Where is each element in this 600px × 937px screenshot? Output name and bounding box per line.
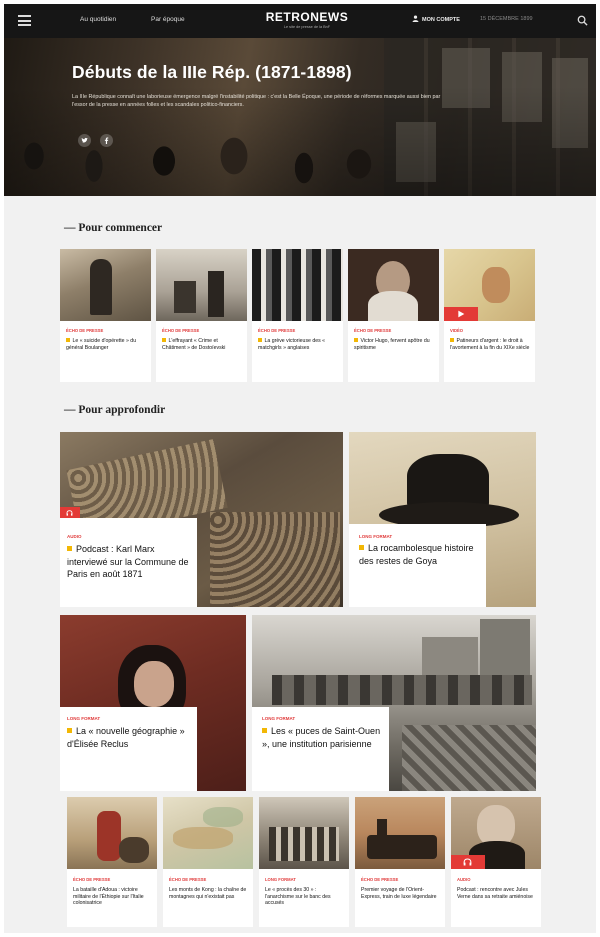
bullet-dot (66, 338, 70, 342)
start-card[interactable]: ÉCHO DE PRESSE Le « suicide d'opérette »… (60, 249, 151, 382)
card-category: ÉCHO DE PRESSE (162, 328, 200, 333)
card-category: ÉCHO DE PRESSE (361, 877, 399, 882)
card-category: ÉCHO DE PRESSE (66, 328, 104, 333)
bullet-dot (67, 546, 72, 551)
bullet-dot (450, 338, 454, 342)
feature-tile[interactable]: LONG FORMAT Les « puces de Saint-Ouen »,… (252, 615, 536, 791)
card-title: Les monts de Kong : la chaîne de montagn… (169, 887, 247, 900)
bullet-dot (258, 338, 262, 342)
card-category: ÉCHO DE PRESSE (354, 328, 392, 333)
account-label: MON COMPTE (422, 17, 460, 23)
card-category: ÉCHO DE PRESSE (258, 328, 296, 333)
card-image (163, 797, 253, 869)
bottom-card[interactable]: ÉCHO DE PRESSE Les monts de Kong : la ch… (163, 797, 253, 927)
card-category: VIDÉO (450, 328, 464, 333)
feature-category: LONG FORMAT (262, 716, 296, 721)
top-navigation: Au quotidien Par époque RETRONEWS Le sit… (4, 4, 596, 38)
card-image (67, 797, 157, 869)
start-card[interactable]: VIDÉO Patineurs d'argent : le droit à l'… (444, 249, 535, 382)
card-title-text: La grève victorieuse des « matchgirls » … (258, 338, 326, 351)
section-title-deep: — Pour approfondir (64, 404, 166, 416)
nav-link-daily[interactable]: Au quotidien (80, 16, 116, 23)
account-link[interactable]: MON COMPTE (412, 15, 460, 23)
share-twitter-button[interactable] (78, 134, 91, 147)
feature-title: La « nouvelle géographie » d'Élisée Recl… (67, 725, 191, 750)
card-category: LONG FORMAT (265, 877, 296, 882)
feature-tile[interactable]: LONG FORMAT La rocambolesque histoire de… (349, 432, 536, 607)
bullet-dot (359, 545, 364, 550)
feature-title-text: La « nouvelle géographie » d'Élisée Recl… (67, 726, 185, 749)
bottom-card[interactable]: AUDIO Podcast : rencontre avec Jules Ver… (451, 797, 541, 927)
feature-category: LONG FORMAT (359, 534, 393, 539)
twitter-icon (81, 137, 88, 143)
feature-title: Les « puces de Saint-Ouen », une institu… (262, 725, 386, 750)
card-title: Premier voyage de l'Orient-Express, trai… (361, 887, 437, 900)
bullet-dot (262, 728, 267, 733)
card-title: Patineurs d'argent : le droit à l'avorte… (450, 338, 530, 351)
bullet-dot (67, 728, 72, 733)
card-image (355, 797, 445, 869)
card-image (252, 249, 343, 321)
logo-tagline: Le site de presse de la BnF (283, 25, 331, 29)
card-category: ÉCHO DE PRESSE (169, 877, 207, 882)
feature-title-text: La rocambolesque histoire des restes de … (359, 543, 474, 566)
audio-badge (60, 507, 80, 518)
card-title: Podcast : rencontre avec Jules Verne dan… (457, 887, 533, 900)
feature-title-text: Les « puces de Saint-Ouen », une institu… (262, 726, 381, 749)
current-date: 15 DÉCEMBRE 1899 (480, 16, 533, 22)
card-image (444, 249, 535, 321)
bottom-card[interactable]: ÉCHO DE PRESSE La bataille d'Adoua : vic… (67, 797, 157, 927)
card-image (156, 249, 247, 321)
card-image (259, 797, 349, 869)
share-facebook-button[interactable] (100, 134, 113, 147)
nav-link-by-period[interactable]: Par époque (151, 16, 185, 23)
card-title-text: Victor Hugo, fervent apôtre du spiritism… (354, 338, 430, 351)
feature-title-text: Podcast : Karl Marx interviewé sur la Co… (67, 544, 189, 579)
logo-wordmark: RETRONEWS (265, 10, 349, 24)
bottom-card[interactable]: LONG FORMAT Le « procès des 30 » : l'ana… (259, 797, 349, 927)
card-title: La bataille d'Adoua : victoire militaire… (73, 887, 144, 907)
card-title: Le « procès des 30 » : l'anarchisme sur … (265, 887, 331, 907)
card-image (348, 249, 439, 321)
section-title-start: — Pour commencer (64, 222, 163, 234)
bullet-dot (162, 338, 166, 342)
feature-title: La rocambolesque histoire des restes de … (359, 542, 483, 567)
card-title: La grève victorieuse des « matchgirls » … (258, 338, 338, 351)
user-icon (412, 15, 419, 22)
card-title-text: L'effrayant « Crime et Châtiment » de Do… (162, 338, 226, 351)
card-title-text: Le « suicide d'opérette » du général Bou… (66, 338, 137, 351)
feature-title: Podcast : Karl Marx interviewé sur la Co… (67, 543, 191, 581)
card-category: AUDIO (457, 877, 471, 882)
feature-tile[interactable]: LONG FORMAT La « nouvelle géographie » d… (60, 615, 246, 791)
search-icon[interactable] (577, 15, 588, 26)
site-logo[interactable]: RETRONEWS Le site de presse de la BnF (262, 10, 352, 29)
audio-badge (451, 855, 485, 869)
facebook-icon (104, 137, 109, 144)
start-card[interactable]: ÉCHO DE PRESSE Victor Hugo, fervent apôt… (348, 249, 439, 382)
video-badge (444, 307, 478, 321)
hero-banner: Débuts de la IIIe Rép. (1871-1898) La II… (4, 38, 596, 196)
headphones-icon (463, 858, 472, 866)
card-title-text: Patineurs d'argent : le droit à l'avorte… (450, 338, 530, 351)
card-image (451, 797, 541, 869)
start-card[interactable]: ÉCHO DE PRESSE La grève victorieuse des … (252, 249, 343, 382)
card-image (60, 249, 151, 321)
menu-icon[interactable] (18, 15, 31, 26)
feature-tile[interactable]: AUDIO Podcast : Karl Marx interviewé sur… (60, 432, 343, 607)
feature-category: AUDIO (67, 534, 82, 539)
start-card[interactable]: ÉCHO DE PRESSE L'effrayant « Crime et Ch… (156, 249, 247, 382)
bottom-card[interactable]: ÉCHO DE PRESSE Premier voyage de l'Orien… (355, 797, 445, 927)
play-icon (458, 310, 465, 318)
headphones-icon (66, 509, 73, 516)
card-category: ÉCHO DE PRESSE (73, 877, 111, 882)
card-title: L'effrayant « Crime et Châtiment » de Do… (162, 338, 242, 351)
card-title: Le « suicide d'opérette » du général Bou… (66, 338, 146, 351)
feature-category: LONG FORMAT (67, 716, 101, 721)
card-title: Victor Hugo, fervent apôtre du spiritism… (354, 338, 434, 351)
hero-description: La IIIe République connaît une laborieus… (72, 94, 441, 108)
page-title: Débuts de la IIIe Rép. (1871-1898) (72, 62, 352, 82)
page: Au quotidien Par époque RETRONEWS Le sit… (4, 4, 596, 933)
bullet-dot (354, 338, 358, 342)
